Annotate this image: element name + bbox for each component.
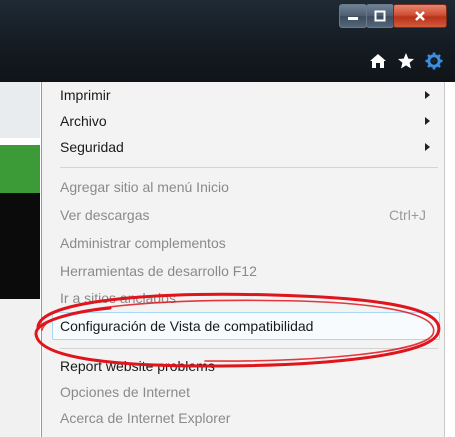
menu-item-label: Agregar sitio al menú Inicio — [60, 179, 229, 195]
menu-separator — [60, 348, 438, 349]
submenu-arrow-icon — [425, 117, 430, 125]
menu-item-label: Seguridad — [60, 139, 124, 155]
submenu-arrow-icon — [425, 91, 430, 99]
menu-item-herramientas-desarrollo[interactable]: Herramientas de desarrollo F12 — [60, 258, 436, 284]
menu-item-label: Ir a sitios anclados — [60, 290, 176, 306]
tools-gear-icon[interactable] — [425, 52, 443, 70]
menu-item-imprimir[interactable]: Imprimir — [60, 82, 436, 108]
minimize-button[interactable] — [339, 4, 367, 28]
menu-item-shortcut: Ctrl+J — [389, 207, 426, 223]
page-content-fragment — [0, 299, 40, 437]
menu-item-archivo[interactable]: Archivo — [60, 108, 436, 134]
maximize-button[interactable] — [366, 4, 394, 28]
menu-item-administrar-complementos[interactable]: Administrar complementos — [60, 230, 436, 256]
menu-separator — [60, 167, 438, 168]
menu-item-label: Herramientas de desarrollo F12 — [60, 263, 257, 279]
home-icon[interactable] — [369, 53, 387, 69]
menu-item-compatibility-view-settings[interactable]: Configuración de Vista de compatibilidad — [60, 313, 436, 339]
menu-item-report-website-problems[interactable]: Report website problems — [60, 353, 436, 379]
browser-title-bar — [0, 0, 455, 82]
menu-item-opciones-internet[interactable]: Opciones de Internet — [60, 379, 436, 405]
page-content-fragment — [0, 82, 40, 138]
menu-item-label: Opciones de Internet — [60, 384, 190, 400]
menu-item-label: Acerca de Internet Explorer — [60, 410, 231, 426]
menu-item-sitios-anclados[interactable]: Ir a sitios anclados — [60, 285, 436, 311]
menu-item-label: Ver descargas — [60, 207, 150, 223]
submenu-arrow-icon — [425, 143, 430, 151]
menu-item-seguridad[interactable]: Seguridad — [60, 134, 436, 160]
favorites-star-icon[interactable] — [397, 52, 415, 70]
menu-item-label: Configuración de Vista de compatibilidad — [60, 318, 314, 334]
maximize-icon — [374, 10, 386, 22]
close-icon — [415, 11, 425, 21]
minimize-icon — [348, 17, 358, 20]
window-controls — [339, 4, 447, 28]
tools-menu: Imprimir Archivo Seguridad Agregar sitio… — [41, 82, 445, 437]
menu-item-acerca-ie[interactable]: Acerca de Internet Explorer — [60, 405, 436, 431]
close-button[interactable] — [393, 4, 447, 28]
menu-item-label: Administrar complementos — [60, 235, 226, 251]
command-toolbar — [369, 52, 443, 70]
menu-item-agregar-sitio[interactable]: Agregar sitio al menú Inicio — [60, 174, 436, 200]
menu-item-label: Archivo — [60, 113, 107, 129]
page-content-fragment — [0, 193, 40, 299]
menu-item-label: Report website problems — [60, 358, 215, 374]
page-content-fragment — [0, 145, 40, 193]
menu-item-ver-descargas[interactable]: Ver descargas Ctrl+J — [60, 202, 436, 228]
menu-item-label: Imprimir — [60, 87, 111, 103]
